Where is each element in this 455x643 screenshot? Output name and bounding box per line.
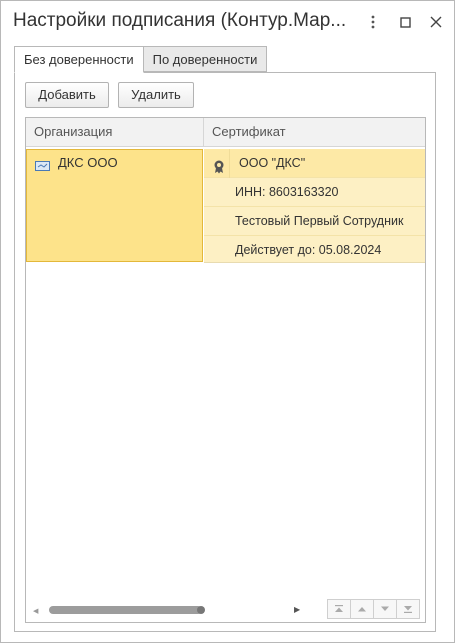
scroll-right-icon[interactable]: ▶ [294, 605, 300, 614]
certificate-inn-row: ИНН: 8603163320 [204, 178, 425, 207]
organization-icon [35, 158, 50, 176]
tab-panel: Добавить Удалить Организация Сертификат … [14, 72, 436, 632]
window-title: Настройки подписания (Контур.Мар... [13, 10, 347, 31]
delete-button[interactable]: Удалить [118, 82, 194, 108]
tab-with-power-of-attorney[interactable]: По доверенности [143, 46, 268, 72]
organization-cell[interactable]: ДКС ООО [26, 149, 203, 262]
row-navigation [327, 599, 420, 619]
move-to-top-icon[interactable] [327, 599, 351, 619]
move-down-icon[interactable] [373, 599, 397, 619]
add-button[interactable]: Добавить [25, 82, 109, 108]
horizontal-scrollbar[interactable]: ◀ ▶ [26, 602, 316, 618]
scroll-left-icon[interactable]: ◀ [33, 607, 38, 615]
certificate-employee: Тестовый Первый Сотрудник [235, 214, 404, 228]
organization-name: ДКС ООО [58, 155, 118, 170]
maximize-icon[interactable] [395, 12, 415, 32]
certificate-validity-row: Действует до: 05.08.2024 [204, 236, 425, 263]
certificate-owner: ООО "ДКС" [239, 156, 306, 170]
table-header: Организация Сертификат [26, 118, 425, 147]
title-bar: Настройки подписания (Контур.Мар... [1, 1, 454, 43]
certificate-inn: ИНН: 8603163320 [235, 185, 339, 199]
settings-window: Настройки подписания (Контур.Мар... Без … [0, 0, 455, 643]
scroll-thumb-end [197, 606, 205, 614]
scroll-thumb[interactable] [49, 606, 202, 614]
move-up-icon[interactable] [350, 599, 374, 619]
more-vertical-icon[interactable] [363, 12, 383, 32]
move-to-bottom-icon[interactable] [396, 599, 420, 619]
column-header-organization[interactable]: Организация [26, 118, 204, 147]
signing-settings-table[interactable]: Организация Сертификат ДКС ООО ООО "ДКС"… [25, 117, 426, 623]
column-header-certificate[interactable]: Сертификат [204, 118, 425, 147]
tab-without-power-of-attorney[interactable]: Без доверенности [14, 46, 144, 73]
certificate-icon-divider [229, 149, 230, 178]
tab-bar: Без доверенности По доверенности [14, 46, 268, 73]
certificate-owner-row[interactable]: ООО "ДКС" [204, 149, 425, 178]
certificate-icon [213, 156, 225, 177]
certificate-employee-row: Тестовый Первый Сотрудник [204, 207, 425, 236]
certificate-valid-until: Действует до: 05.08.2024 [235, 243, 382, 257]
close-icon[interactable] [426, 12, 446, 32]
